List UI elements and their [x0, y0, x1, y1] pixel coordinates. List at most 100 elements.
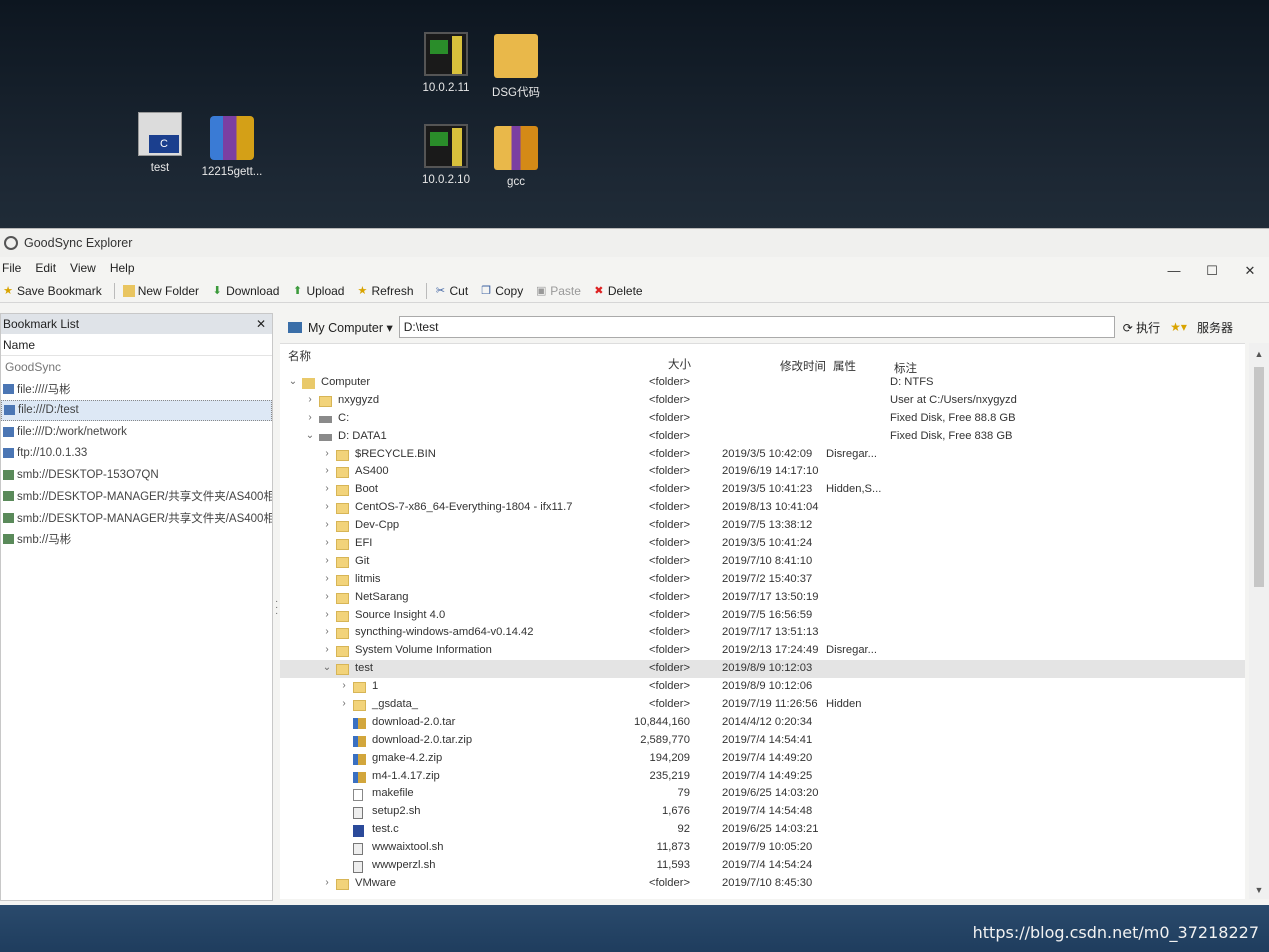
- download-button[interactable]: ⬇ Download: [211, 284, 279, 298]
- file-row[interactable]: › syncthing-windows-amd64-v0.14.42 <folder…: [280, 624, 1245, 642]
- scroll-up-arrow-icon[interactable]: ▲: [1249, 349, 1269, 359]
- desktop-icon-gcc[interactable]: gcc: [476, 126, 556, 188]
- file-size: <folder>: [648, 483, 690, 496]
- expand-chevron-icon[interactable]: ›: [322, 448, 332, 459]
- bookmark-item[interactable]: file:///D:/test: [1, 399, 272, 421]
- bookmark-item[interactable]: smb://DESKTOP-MANAGER/共享文件夹/AS400相: [1, 507, 272, 529]
- desktop-icon-archive[interactable]: 12215gett...: [192, 116, 272, 178]
- scroll-down-arrow-icon[interactable]: ▼: [1249, 885, 1269, 895]
- expand-chevron-icon[interactable]: ›: [322, 877, 332, 888]
- server-button[interactable]: 服务器: [1197, 319, 1233, 336]
- bookmark-column-header[interactable]: Name: [1, 334, 272, 356]
- minimize-button[interactable]: —: [1155, 263, 1193, 279]
- new-folder-button[interactable]: New Folder: [122, 284, 199, 298]
- cut-button[interactable]: ✂ Cut: [435, 284, 468, 298]
- file-row[interactable]: download-2.0.tar.zip 2,589,770 2019/7/4 14…: [280, 732, 1245, 750]
- bookmark-item[interactable]: smb://DESKTOP-MANAGER/共享文件夹/AS400相: [1, 486, 272, 508]
- file-row[interactable]: › System Volume Information <folder> 2019/2…: [280, 642, 1245, 660]
- file-row[interactable]: › 1 <folder> 2019/8/9 10:12:06: [280, 678, 1245, 696]
- expand-chevron-icon[interactable]: ›: [322, 501, 332, 512]
- menu-edit[interactable]: Edit: [35, 261, 56, 275]
- collapse-chevron-icon[interactable]: ⌄: [288, 376, 298, 387]
- file-row[interactable]: › AS400 <folder> 2019/6/19 14:17:10: [280, 463, 1245, 481]
- collapse-chevron-icon[interactable]: ⌄: [322, 662, 332, 673]
- file-row[interactable]: test.c 92 2019/6/25 14:03:21: [280, 821, 1245, 839]
- file-modified: 2019/7/4 14:54:41: [722, 733, 813, 746]
- file-row[interactable]: gmake-4.2.zip 194,209 2019/7/4 14:49:20: [280, 750, 1245, 768]
- bookmark-item[interactable]: ftp://10.0.1.33: [1, 443, 272, 465]
- file-row[interactable]: › Git <folder> 2019/7/10 8:41:10: [280, 553, 1245, 571]
- go-button[interactable]: ⟳ 执行: [1123, 319, 1160, 336]
- file-row[interactable]: › Dev-Cpp <folder> 2019/7/5 13:38:12: [280, 517, 1245, 535]
- expand-chevron-icon[interactable]: ›: [305, 412, 315, 423]
- desktop-icon-dsg[interactable]: DSG代码: [476, 34, 556, 100]
- file-row[interactable]: wwwperzl.sh 11,593 2019/7/4 14:54:24: [280, 857, 1245, 875]
- file-row[interactable]: › _gsdata_ <folder> 2019/7/19 11:26:56 Hidde…: [280, 696, 1245, 714]
- collapse-chevron-icon[interactable]: ⌄: [305, 430, 315, 441]
- column-name[interactable]: 名称: [288, 348, 311, 364]
- scrollbar-thumb[interactable]: [1254, 367, 1264, 587]
- location-dropdown[interactable]: My Computer ▾: [308, 320, 393, 335]
- bookmark-item[interactable]: file:///D:/work/network: [1, 421, 272, 443]
- favorite-star-button[interactable]: ★▾: [1170, 320, 1187, 334]
- expand-chevron-icon[interactable]: ›: [339, 680, 349, 691]
- save-bookmark-button[interactable]: ★ Save Bookmark: [2, 284, 102, 298]
- file-row[interactable]: › Source Insight 4.0 <folder> 2019/7/5 16:5…: [280, 607, 1245, 625]
- desktop-icon-test[interactable]: test: [120, 112, 200, 174]
- file-row[interactable]: › CentOS-7-x86_64-Everything-1804 - ifx11…: [280, 499, 1245, 517]
- close-icon[interactable]: ✕: [256, 317, 266, 331]
- menu-help[interactable]: Help: [110, 261, 135, 275]
- expand-chevron-icon[interactable]: ›: [305, 394, 315, 405]
- copy-button[interactable]: ❐ Copy: [480, 284, 523, 298]
- desktop-icon-remote-10[interactable]: 10.0.2.10: [406, 124, 486, 186]
- expand-chevron-icon[interactable]: ›: [322, 626, 332, 637]
- column-attributes[interactable]: 属性: [833, 358, 856, 374]
- bookmark-item[interactable]: file:////马彬: [1, 378, 272, 400]
- file-modified: 2019/7/4 14:49:25: [722, 769, 813, 782]
- file-row[interactable]: ⌄ Computer <folder> D: NTFS: [280, 374, 1245, 392]
- file-row[interactable]: › $RECYCLE.BIN <folder> 2019/3/5 10:42:09 Di…: [280, 446, 1245, 464]
- desktop-icon-remote-11[interactable]: 10.0.2.11: [406, 32, 486, 94]
- file-row[interactable]: › Boot <folder> 2019/3/5 10:41:23 Hidden,S..…: [280, 481, 1245, 499]
- expand-chevron-icon[interactable]: ›: [339, 698, 349, 709]
- file-row[interactable]: › EFI <folder> 2019/3/5 10:41:24: [280, 535, 1245, 553]
- bookmark-item[interactable]: smb://马彬: [1, 529, 272, 551]
- bookmark-item[interactable]: smb://DESKTOP-153O7QN: [1, 464, 272, 486]
- file-row[interactable]: › nxygyzd <folder> User at C:/Users/nxygyzd: [280, 392, 1245, 410]
- expand-chevron-icon[interactable]: ›: [322, 591, 332, 602]
- close-button[interactable]: ✕: [1231, 263, 1269, 279]
- expand-chevron-icon[interactable]: ›: [322, 537, 332, 548]
- file-row[interactable]: makefile 79 2019/6/25 14:03:20: [280, 785, 1245, 803]
- expand-chevron-icon[interactable]: ›: [322, 465, 332, 476]
- maximize-button[interactable]: ☐: [1193, 263, 1231, 279]
- panel-splitter-handle[interactable]: · · ·: [275, 597, 278, 619]
- file-row[interactable]: m4-1.4.17.zip 235,219 2019/7/4 14:49:25: [280, 768, 1245, 786]
- file-row[interactable]: wwwaixtool.sh 11,873 2019/7/9 10:05:20: [280, 839, 1245, 857]
- path-input[interactable]: D:\test: [398, 316, 1115, 338]
- expand-chevron-icon[interactable]: ›: [322, 519, 332, 530]
- file-row[interactable]: › NetSarang <folder> 2019/7/17 13:50:19: [280, 589, 1245, 607]
- expand-chevron-icon[interactable]: ›: [322, 573, 332, 584]
- vertical-scrollbar[interactable]: ▲ ▼: [1249, 343, 1269, 899]
- menu-file[interactable]: File: [2, 261, 21, 275]
- file-row[interactable]: ⌄ D: DATA1 <folder> Fixed Disk, Free 838 GB: [280, 428, 1245, 446]
- file-modified: 2019/6/25 14:03:20: [722, 787, 819, 800]
- file-row[interactable]: ⌄ test <folder> 2019/8/9 10:12:03: [280, 660, 1245, 679]
- file-row[interactable]: download-2.0.tar 10,844,160 2014/4/12 0:20…: [280, 714, 1245, 732]
- column-size[interactable]: 大小: [668, 356, 691, 372]
- file-row[interactable]: › litmis <folder> 2019/7/2 15:40:37: [280, 571, 1245, 589]
- file-name: AS400: [355, 465, 389, 478]
- expand-chevron-icon[interactable]: ›: [322, 609, 332, 620]
- menu-view[interactable]: View: [70, 261, 96, 275]
- file-row[interactable]: › C: <folder> Fixed Disk, Free 88.8 GB: [280, 410, 1245, 428]
- file-row[interactable]: setup2.sh 1,676 2019/7/4 14:54:48: [280, 803, 1245, 821]
- column-modified[interactable]: 修改时间: [780, 358, 826, 374]
- expand-chevron-icon[interactable]: ›: [322, 644, 332, 655]
- expand-chevron-icon[interactable]: ›: [322, 483, 332, 494]
- delete-button[interactable]: ✖ Delete: [593, 284, 642, 298]
- upload-button[interactable]: ⬆ Upload: [291, 284, 345, 298]
- expand-chevron-icon[interactable]: ›: [322, 555, 332, 566]
- refresh-button[interactable]: ★ Refresh: [356, 284, 414, 298]
- paste-button[interactable]: ▣ Paste: [535, 284, 581, 298]
- file-row[interactable]: › VMware <folder> 2019/7/10 8:45:30: [280, 875, 1245, 893]
